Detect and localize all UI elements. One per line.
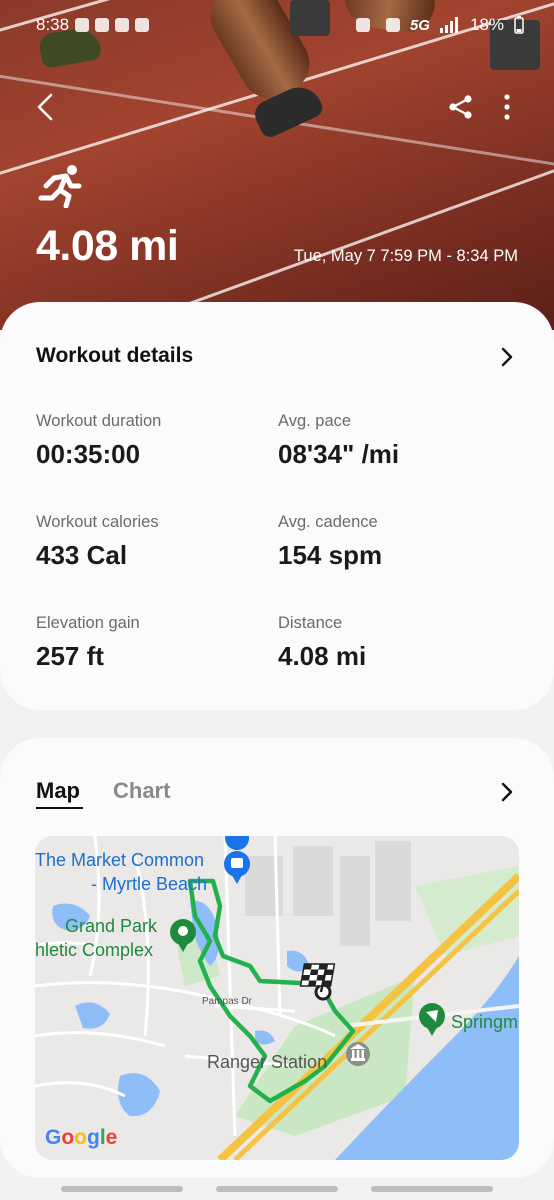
mute-icon	[385, 18, 400, 32]
stat-workout-calories: Workout calories 433 Cal	[36, 513, 256, 571]
map-label-grand-park: Grand Park	[65, 916, 158, 936]
stat-avg-cadence: Avg. cadence 154 spm	[278, 513, 498, 571]
map-chart-card: Map Chart The Market Common - Myrtle Bea…	[0, 738, 554, 1178]
battery-level: 18%	[469, 15, 504, 34]
stat-label: Workout calories	[36, 513, 159, 531]
stat-value: 08'34" /mi	[278, 439, 400, 469]
running-icon	[38, 165, 82, 208]
stat-avg-pace: Avg. pace 08'34" /mi	[278, 412, 498, 470]
stat-workout-duration: Workout duration 00:35:00	[36, 412, 256, 470]
track-lane-line	[139, 114, 554, 323]
map-label-street: Pampas Dr	[202, 996, 253, 1007]
tab-map[interactable]: Map	[36, 778, 80, 804]
google-logo: Google	[45, 1126, 118, 1149]
route-map[interactable]: The Market Common - Myrtle Beach Grand P…	[35, 836, 519, 1160]
stat-label: Avg. cadence	[278, 513, 378, 531]
notification-icon	[95, 18, 110, 32]
stat-value: 154 spm	[278, 540, 383, 570]
stat-value: 4.08 mi	[278, 641, 367, 671]
workout-details-title: Workout details	[36, 344, 194, 367]
tab-chart[interactable]: Chart	[113, 778, 170, 804]
map-label-market-common: The Market Common	[35, 850, 205, 870]
bottom-page-indicator	[61, 1186, 183, 1192]
museum-pin-icon	[346, 1042, 370, 1066]
map-label-ranger-station: Ranger Station	[207, 1052, 328, 1072]
notification-icon	[75, 18, 90, 32]
battery-icon	[514, 16, 524, 34]
chevron-right-icon[interactable]	[500, 781, 514, 803]
map-label-springmaid: Springm	[451, 1012, 519, 1032]
stat-value: 433 Cal	[36, 540, 128, 570]
workout-header: 8:38 5G 18% 4.08 mi Tue, May 7 7:59 PM -…	[0, 0, 554, 330]
total-distance: 4.08 mi	[36, 222, 179, 270]
more-options-icon[interactable]	[500, 94, 514, 120]
back-arrow-icon[interactable]	[34, 92, 58, 122]
status-bar: 8:38 5G 18%	[36, 12, 524, 38]
active-tab-indicator	[36, 807, 83, 809]
bottom-page-indicator	[371, 1186, 493, 1192]
chevron-right-icon[interactable]	[500, 346, 514, 368]
stat-value: 257 ft	[36, 641, 104, 671]
stat-label: Elevation gain	[36, 614, 140, 632]
signal-icon	[439, 17, 458, 33]
stat-distance: Distance 4.08 mi	[278, 614, 498, 672]
network-type: 5G	[409, 16, 430, 34]
map-label-market-common: - Myrtle Beach	[91, 874, 208, 894]
map-label-grand-park: hletic Complex	[35, 940, 154, 960]
cloud-icon	[135, 18, 150, 32]
nfc-icon	[355, 18, 370, 32]
stat-label: Avg. pace	[278, 412, 352, 430]
status-time: 8:38	[36, 15, 70, 34]
workout-details-card: Workout details Workout duration 00:35:0…	[0, 302, 554, 710]
bottom-page-indicator	[216, 1186, 338, 1192]
workout-time-range: Tue, May 7 7:59 PM - 8:34 PM	[293, 247, 518, 265]
stat-value: 00:35:00	[36, 439, 141, 469]
share-icon[interactable]	[448, 94, 474, 120]
gallery-icon	[115, 18, 130, 32]
stat-label: Distance	[278, 614, 343, 632]
stat-elevation-gain: Elevation gain 257 ft	[36, 614, 256, 672]
stat-label: Workout duration	[36, 412, 162, 430]
